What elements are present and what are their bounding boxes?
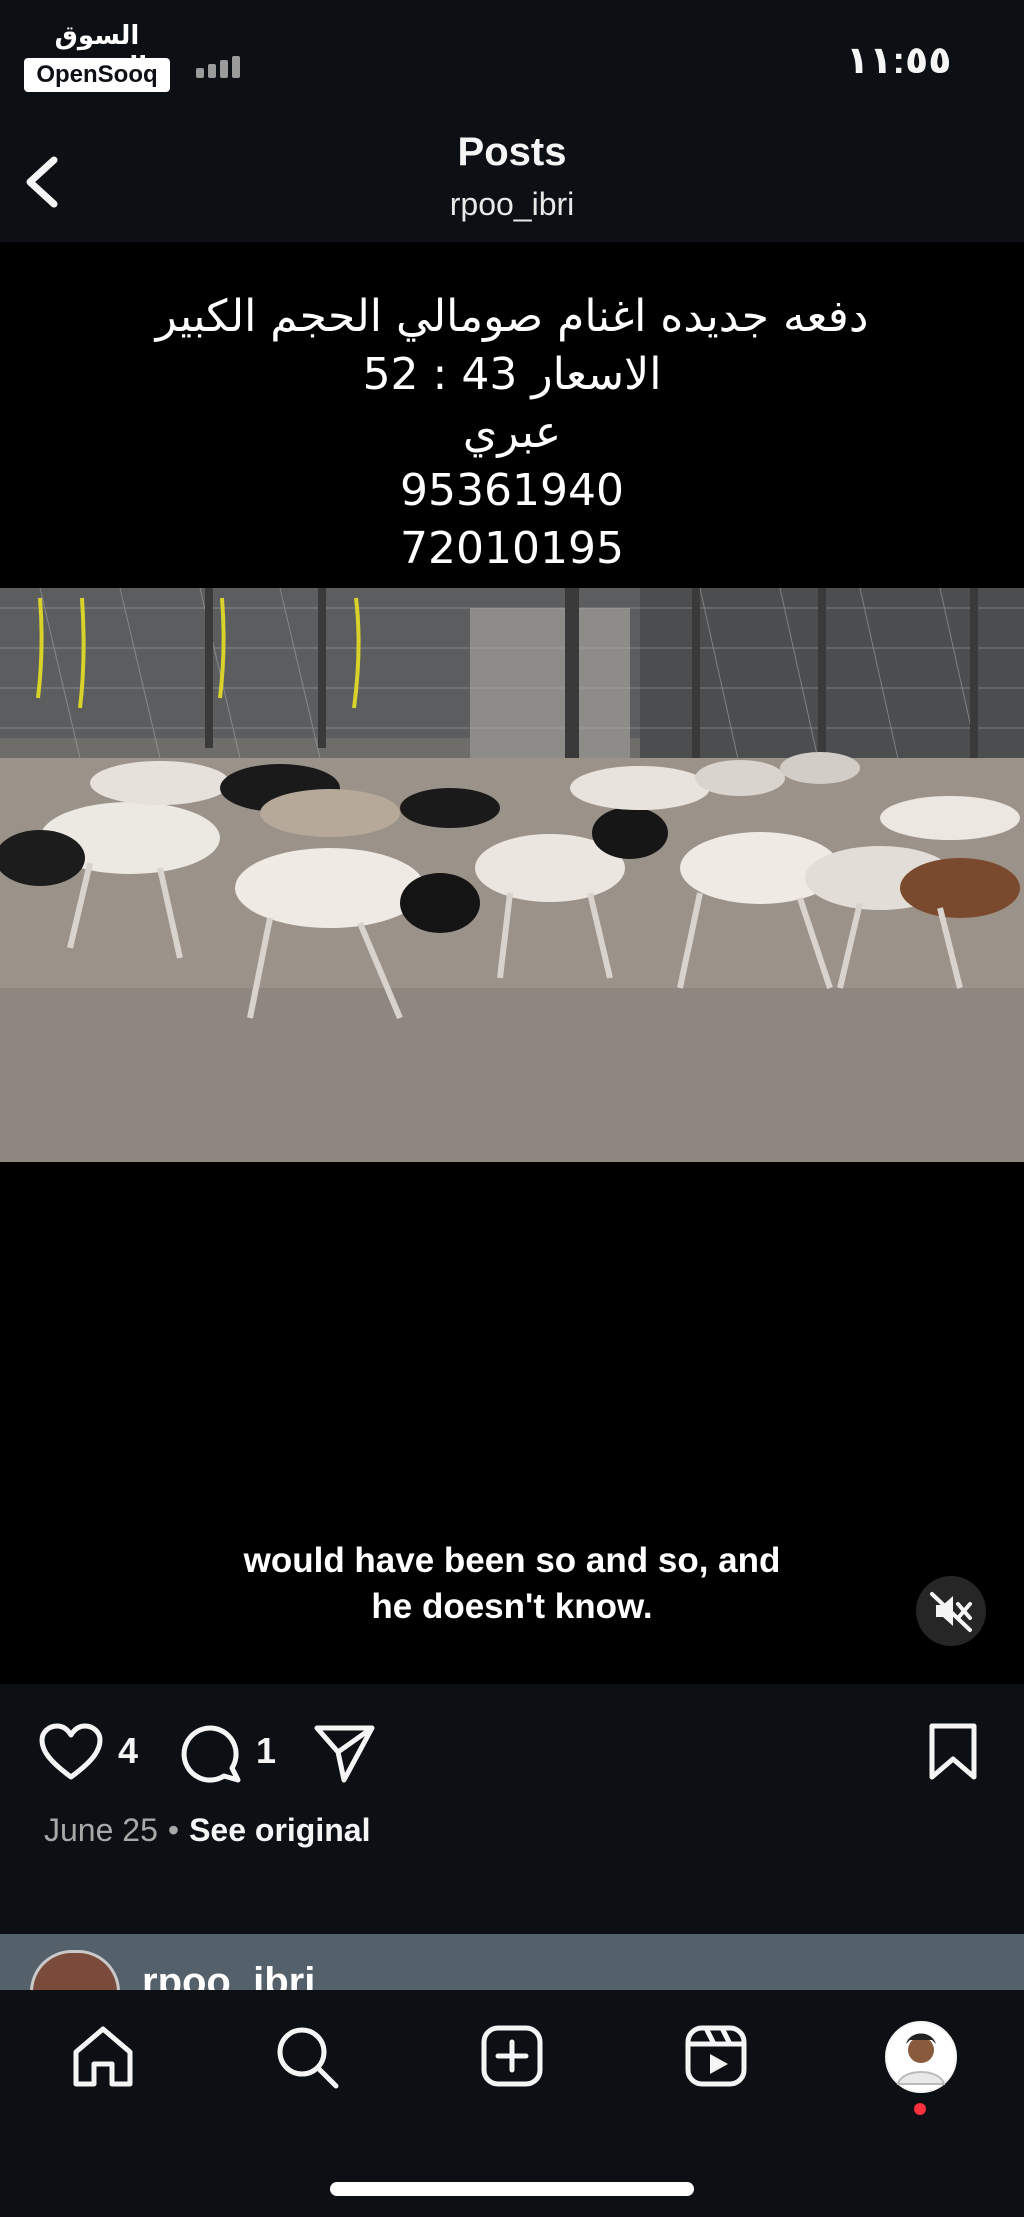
comments-count[interactable]: 1 (256, 1730, 276, 1772)
likes-count[interactable]: 4 (118, 1730, 138, 1772)
signal-icon (196, 56, 244, 78)
opensooq-watermark: السوق المفتوح OpenSooq (22, 20, 172, 96)
nav-search[interactable] (274, 2024, 340, 2095)
video-overlay-text: دفعه جديده اغنام صومالي الحجم الكبير الا… (0, 288, 1024, 578)
share-button[interactable] (312, 1722, 376, 1789)
notification-dot (914, 2103, 926, 2115)
like-button[interactable] (38, 1722, 104, 1787)
overlay-line: عبري (462, 407, 562, 458)
overlay-line: 72010195 (400, 523, 624, 574)
separator-dot: • (167, 1812, 180, 1848)
home-indicator[interactable] (330, 2182, 694, 2196)
save-button[interactable] (926, 1722, 980, 1787)
plus-square-icon (481, 2025, 543, 2087)
nav-home[interactable] (70, 2024, 136, 2093)
reels-icon (685, 2025, 747, 2087)
mute-button[interactable] (916, 1576, 986, 1646)
watermark-brand: OpenSooq (24, 58, 170, 92)
avatar (885, 2021, 957, 2093)
comment-bubble-icon (181, 1725, 241, 1783)
subtitle-line: he doesn't know. (371, 1587, 653, 1626)
video-subtitle: would have been so and so, and he doesn'… (0, 1538, 1024, 1630)
overlay-line: الاسعار 43 : 52 (362, 349, 662, 400)
nav-reels[interactable] (684, 2024, 748, 2093)
post-date: June 25 (44, 1812, 158, 1848)
goats-photo (0, 588, 1024, 1162)
status-time: ١١:٥٥ (846, 40, 952, 82)
see-original-link[interactable]: See original (189, 1812, 370, 1848)
search-icon (277, 2027, 339, 2089)
post-meta: June 25 • See original (44, 1812, 370, 1849)
subtitle-line: would have been so and so, and (243, 1541, 781, 1580)
nav-create[interactable] (480, 2024, 544, 2093)
home-icon (73, 2026, 133, 2087)
post-actions-area (0, 1684, 1024, 1934)
page-title: Posts (457, 130, 567, 174)
nav-profile[interactable] (884, 2020, 958, 2099)
heart-icon (39, 1723, 103, 1780)
header-username[interactable]: rpoo_ibri (0, 186, 1024, 223)
overlay-line: دفعه جديده اغنام صومالي الحجم الكبير (155, 291, 869, 342)
comment-button[interactable] (180, 1722, 242, 1789)
overlay-line: 95361940 (400, 465, 624, 516)
speaker-muted-icon (930, 1592, 972, 1632)
bookmark-icon (929, 1723, 977, 1780)
paper-plane-icon (314, 1725, 375, 1783)
